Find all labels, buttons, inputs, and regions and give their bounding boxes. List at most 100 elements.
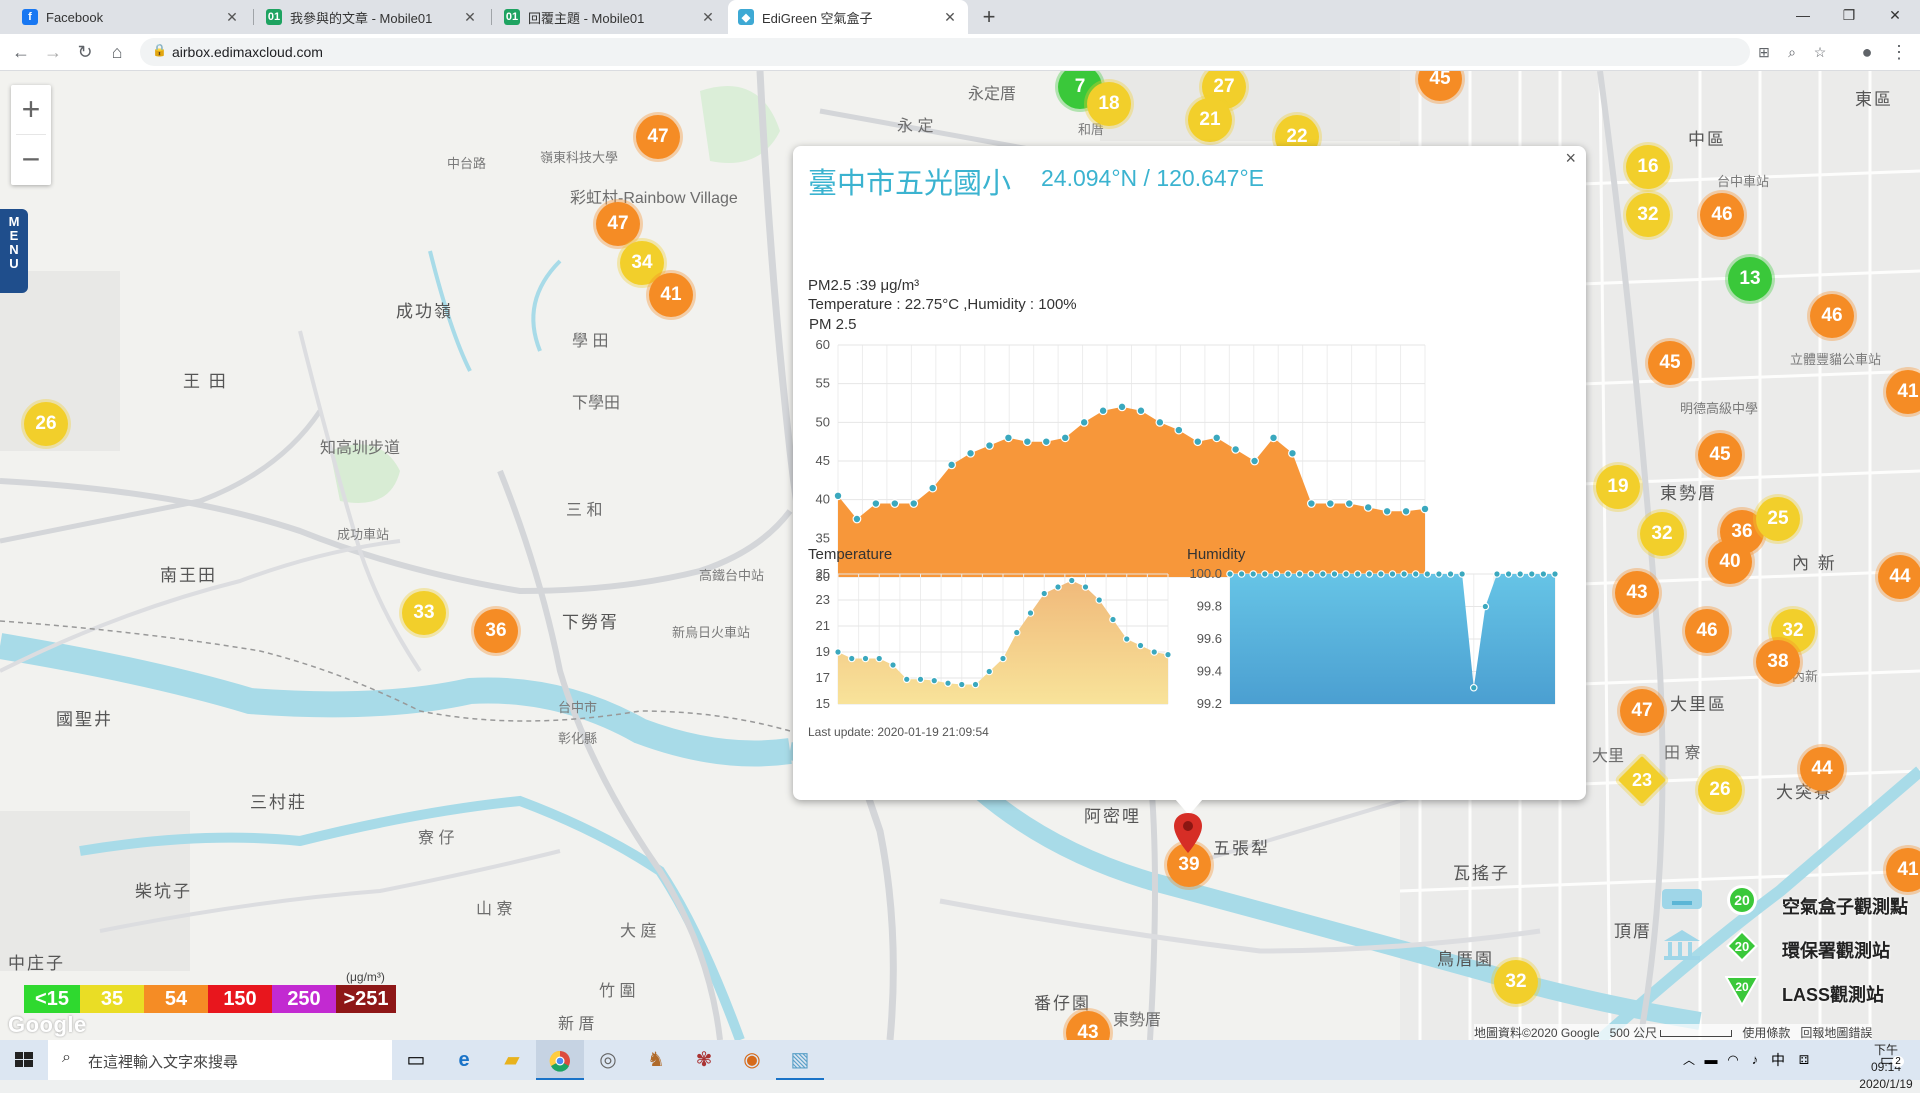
aqi-station-marker[interactable]: 38 — [1756, 640, 1800, 684]
network-icon[interactable]: ◠ — [1722, 1040, 1744, 1080]
data-point — [909, 499, 919, 508]
battery-icon[interactable]: ▬ — [1700, 1040, 1722, 1080]
aqi-station-marker[interactable]: 32 — [1494, 960, 1538, 1004]
tab-facebook[interactable]: f Facebook ✕ — [12, 0, 250, 34]
file-explorer-icon[interactable]: ▰ — [488, 1040, 536, 1080]
aqi-station-marker[interactable]: 19 — [1596, 465, 1640, 509]
data-point — [1288, 448, 1297, 458]
data-point — [1446, 570, 1455, 578]
place-label: 永 定 — [897, 118, 934, 135]
browser-tab-bar: f Facebook ✕ 01 我參與的文章 - Mobile01 ✕ 01 回… — [0, 0, 1920, 34]
app-icon-1[interactable]: ◎ — [584, 1040, 632, 1080]
station-coordinates: 24.094°N / 120.647°E — [1041, 165, 1265, 191]
more-menu-icon[interactable]: ⋮ — [1884, 37, 1914, 67]
aqi-station-marker[interactable]: 36 — [474, 609, 518, 653]
minimize-icon[interactable]: — — [1780, 0, 1826, 34]
aqi-station-marker[interactable]: 16 — [1626, 145, 1670, 189]
aqi-station-marker[interactable]: 47 — [636, 115, 680, 159]
aqi-station-marker[interactable]: 47 — [596, 202, 640, 246]
search-icon: ⌕ — [62, 1049, 71, 1066]
place-label: 國聖井 — [56, 710, 113, 729]
notification-center-icon[interactable]: ▭ 2 — [1880, 1050, 1904, 1070]
aqi-station-marker[interactable]: 44 — [1800, 747, 1844, 791]
ime-mode-icon[interactable]: ⚃ — [1792, 1040, 1816, 1080]
menu-letter: E — [9, 228, 19, 243]
restore-icon[interactable]: ❐ — [1826, 0, 1872, 34]
aqi-station-marker[interactable]: 32 — [1626, 193, 1670, 237]
show-hidden-icons-icon[interactable]: ︿ — [1678, 1040, 1700, 1080]
volume-icon[interactable]: ♪ — [1744, 1040, 1766, 1080]
data-point — [1269, 433, 1278, 443]
close-icon[interactable]: ✕ — [462, 9, 478, 26]
taskbar-search-box[interactable]: ⌕ 在這裡輸入文字來搜尋 — [48, 1040, 392, 1080]
windows-start-icon[interactable] — [0, 1040, 48, 1080]
lass-station-icon: 20 — [1725, 976, 1759, 1007]
aqi-station-marker[interactable]: 26 — [24, 402, 68, 446]
report-map-error-link[interactable]: 回報地圖錯誤 — [1800, 1026, 1872, 1040]
menu-button[interactable]: M E N U — [0, 209, 28, 293]
data-point — [861, 654, 870, 663]
ime-indicator[interactable]: 中 — [1766, 1040, 1790, 1080]
aqi-station-marker[interactable]: 26 — [1698, 768, 1742, 812]
aqi-station-marker[interactable]: 46 — [1700, 193, 1744, 237]
profile-icon[interactable]: ● — [1852, 37, 1882, 67]
aqi-station-marker[interactable]: 46 — [1685, 609, 1729, 653]
aqi-station-marker[interactable]: 25 — [1756, 497, 1800, 541]
zoom-icon[interactable]: ⌕ — [1780, 41, 1804, 63]
zoom-out-button[interactable]: − — [11, 135, 51, 184]
close-icon[interactable]: ✕ — [942, 9, 958, 26]
aqi-station-marker[interactable]: 40 — [1708, 540, 1752, 584]
translate-icon[interactable]: ⊞ — [1752, 41, 1776, 63]
aqi-station-marker[interactable]: 46 — [1810, 294, 1854, 338]
google-logo: Google — [8, 1012, 87, 1037]
close-icon[interactable]: ✕ — [700, 9, 716, 26]
place-label: 立體豐貓公車站 — [1790, 352, 1882, 367]
aqi-station-marker[interactable]: 13 — [1728, 257, 1772, 301]
data-point — [947, 460, 957, 470]
aqi-station-marker[interactable]: 45 — [1698, 433, 1742, 477]
map-canvas[interactable]: 永定厝永 定和厝 嶺東科技大學 中台路 彩虹村-Rainbow Village 成功嶺學… — [0, 71, 1920, 1040]
aqi-station-marker[interactable]: 45 — [1648, 341, 1692, 385]
place-label: 彰化縣 — [558, 731, 598, 746]
aqi-station-marker[interactable]: 32 — [1640, 512, 1684, 556]
menu-letter: U — [9, 256, 19, 271]
app-icon-4[interactable]: ◉ — [728, 1040, 776, 1080]
edge-browser-icon[interactable]: e — [440, 1040, 488, 1080]
zoom-in-button[interactable]: + — [11, 85, 51, 134]
chrome-icon[interactable] — [536, 1040, 584, 1080]
tab-mobile01-reply[interactable]: 01 回覆主題 - Mobile01 ✕ — [494, 0, 726, 34]
address-bar[interactable]: 🔒 airbox.edimaxcloud.com ⊞ ⌕ ☆ — [140, 38, 1826, 66]
bookmark-star-icon[interactable]: ☆ — [1808, 41, 1832, 63]
aqi-station-marker[interactable]: 43 — [1615, 571, 1659, 615]
tab-edigreen[interactable]: ◆ EdiGreen 空氣盒子 ✕ — [728, 0, 968, 34]
aqi-station-marker[interactable]: 41 — [649, 273, 693, 317]
data-point — [1551, 570, 1559, 578]
aqi-station-marker[interactable]: 18 — [1087, 82, 1131, 126]
window-close-icon[interactable]: ✕ — [1872, 0, 1918, 34]
selected-location-pin-icon[interactable] — [1173, 813, 1203, 853]
y-tick-label: 15 — [816, 696, 830, 711]
new-tab-button[interactable]: + — [976, 4, 1002, 30]
app-icon-2[interactable]: ♞ — [632, 1040, 680, 1080]
app-icon-3[interactable]: ✾ — [680, 1040, 728, 1080]
url-text[interactable]: airbox.edimaxcloud.com — [172, 44, 323, 60]
edigreen-icon: ◆ — [738, 9, 754, 25]
task-view-icon[interactable]: ▭ — [392, 1040, 440, 1080]
aqi-station-marker[interactable]: 33 — [402, 591, 446, 635]
aqi-station-marker[interactable]: 44 — [1878, 555, 1920, 599]
popup-close-button[interactable]: × — [1565, 148, 1576, 169]
back-icon[interactable]: ← — [6, 37, 36, 67]
notification-count: 2 — [1892, 1056, 1904, 1067]
tab-mobile01-articles[interactable]: 01 我參與的文章 - Mobile01 ✕ — [256, 0, 488, 34]
data-point — [1004, 433, 1013, 443]
aqi-station-marker[interactable]: 21 — [1188, 98, 1232, 142]
terms-link[interactable]: 使用條款 — [1742, 1026, 1790, 1040]
legend-item: 250 — [272, 985, 336, 1013]
aqi-station-marker[interactable]: 47 — [1620, 689, 1664, 733]
reload-icon[interactable]: ↻ — [70, 37, 100, 67]
home-icon[interactable]: ⌂ — [102, 37, 132, 67]
forward-icon[interactable]: → — [38, 37, 68, 67]
humidity-chart: 99.2 99.4 99.6 99.8 100.0 — [1189, 566, 1559, 711]
app-icon-5[interactable]: ▧ — [776, 1040, 824, 1080]
close-icon[interactable]: ✕ — [224, 9, 240, 26]
